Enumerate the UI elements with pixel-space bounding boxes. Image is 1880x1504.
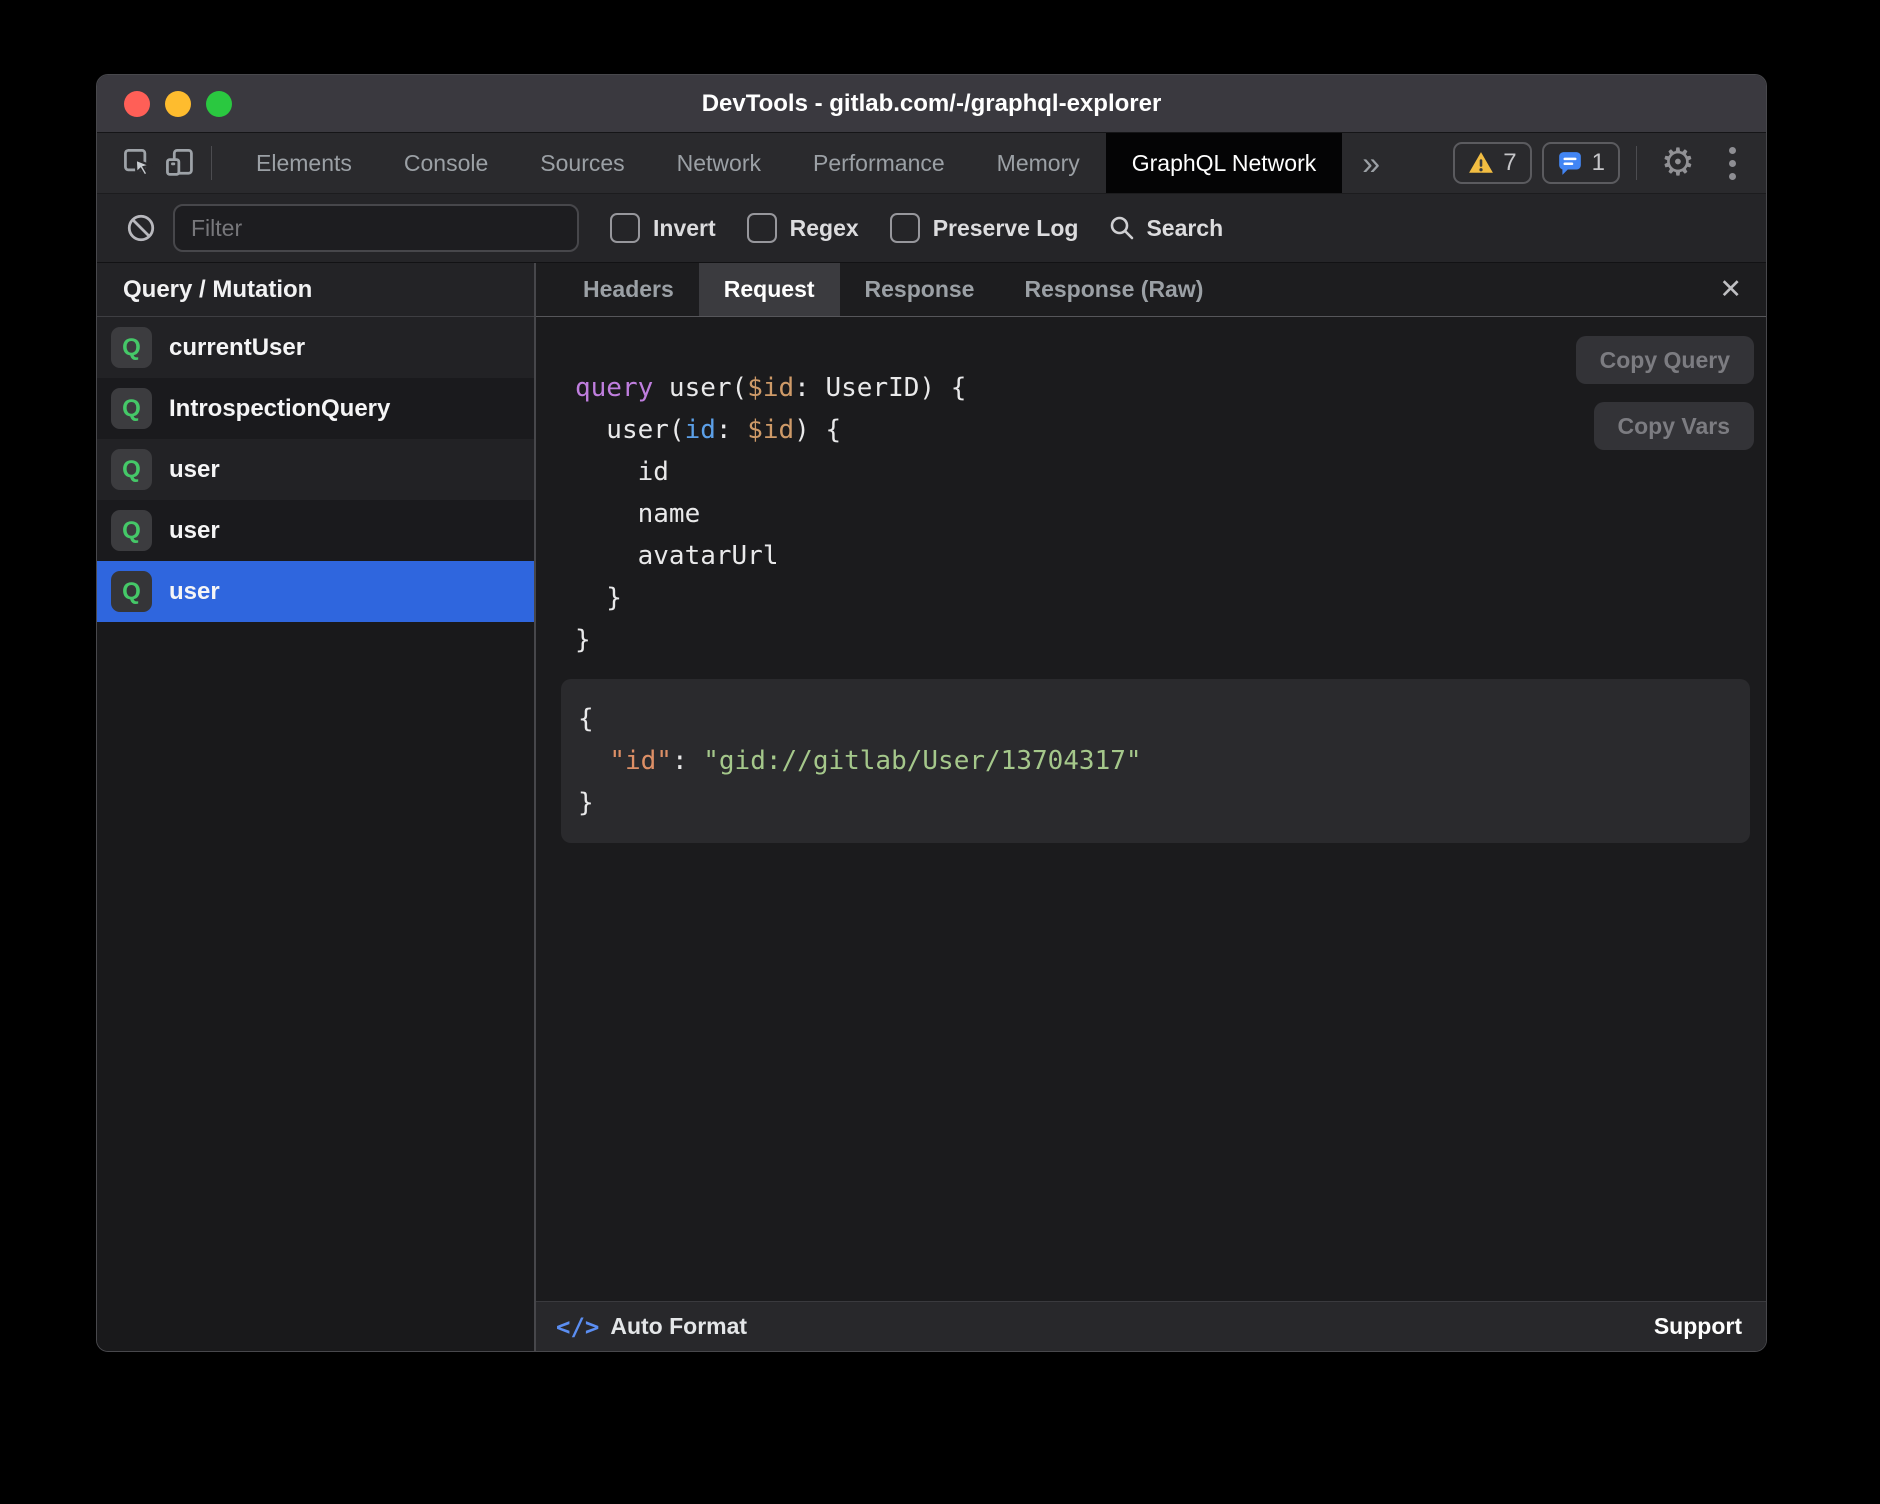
- minimize-window-button[interactable]: [165, 91, 191, 117]
- messages-badge[interactable]: 1: [1542, 142, 1620, 184]
- invert-checkbox[interactable]: [610, 213, 640, 243]
- panel-tab-sources[interactable]: Sources: [514, 133, 650, 193]
- panel-tab-graphql-network[interactable]: GraphQL Network: [1106, 133, 1343, 193]
- query-type-badge: Q: [111, 571, 152, 612]
- message-icon: [1557, 150, 1583, 176]
- query-list: QcurrentUserQIntrospectionQueryQuserQuse…: [97, 317, 534, 622]
- warning-icon: [1468, 150, 1494, 176]
- graphql-variables-code: { "id": "gid://gitlab/User/13704317" }: [578, 698, 1730, 824]
- devtools-toolbar: ElementsConsoleSourcesNetworkPerformance…: [97, 133, 1766, 194]
- sidebar-header: Query / Mutation: [97, 263, 534, 317]
- auto-format-toggle[interactable]: </> Auto Format: [556, 1313, 747, 1341]
- request-content: query user($id: UserID) { user(id: $id) …: [536, 317, 1766, 1301]
- invert-label: Invert: [653, 215, 716, 242]
- regex-label: Regex: [790, 215, 859, 242]
- query-type-badge: Q: [111, 327, 152, 368]
- panel-tab-console[interactable]: Console: [378, 133, 514, 193]
- query-item-label: user: [169, 578, 220, 606]
- zoom-window-button[interactable]: [206, 91, 232, 117]
- detail-pane: HeadersRequestResponseResponse (Raw) ✕ qu…: [536, 263, 1766, 1351]
- panel-tabs: ElementsConsoleSourcesNetworkPerformance…: [230, 133, 1342, 193]
- detail-footer: </> Auto Format Support: [536, 1301, 1766, 1351]
- filter-bar: Invert Regex Preserve Log Search: [97, 194, 1766, 263]
- invert-checkbox-group: Invert: [610, 213, 716, 243]
- query-item-label: user: [169, 517, 220, 545]
- panel-tab-memory[interactable]: Memory: [971, 133, 1106, 193]
- panel-tab-elements[interactable]: Elements: [230, 133, 378, 193]
- graphql-query-code: query user($id: UserID) { user(id: $id) …: [575, 367, 1766, 661]
- query-list-item-user[interactable]: Quser: [97, 439, 534, 500]
- detail-tab-response[interactable]: Response: [840, 263, 1000, 316]
- toolbar-separator: [211, 146, 212, 180]
- query-item-label: IntrospectionQuery: [169, 395, 390, 423]
- query-item-label: user: [169, 456, 220, 484]
- regex-checkbox[interactable]: [747, 213, 777, 243]
- device-toolbar-icon[interactable]: [159, 142, 201, 184]
- query-type-badge: Q: [111, 388, 152, 429]
- copy-query-button[interactable]: Copy Query: [1576, 336, 1754, 384]
- search-icon: [1108, 214, 1136, 242]
- query-list-item-user[interactable]: Quser: [97, 561, 534, 622]
- preserve-log-checkbox[interactable]: [890, 213, 920, 243]
- traffic-lights: [124, 91, 232, 117]
- detail-tab-response-raw[interactable]: Response (Raw): [999, 263, 1228, 316]
- detail-tab-bar: HeadersRequestResponseResponse (Raw) ✕: [536, 263, 1766, 317]
- inspect-element-icon[interactable]: [117, 142, 159, 184]
- filter-input[interactable]: [173, 204, 579, 252]
- query-item-label: currentUser: [169, 334, 305, 362]
- variables-panel: { "id": "gid://gitlab/User/13704317" }: [561, 679, 1750, 843]
- main-split: Query / Mutation QcurrentUserQIntrospect…: [97, 263, 1766, 1351]
- clear-block-icon[interactable]: [125, 212, 157, 244]
- query-list-item-currentUser[interactable]: QcurrentUser: [97, 317, 534, 378]
- query-list-item-IntrospectionQuery[interactable]: Q IntrospectionQuery: [97, 378, 534, 439]
- panel-tab-performance[interactable]: Performance: [787, 133, 971, 193]
- search-label: Search: [1146, 215, 1223, 242]
- settings-gear-icon[interactable]: ⚙: [1661, 144, 1695, 182]
- preserve-log-checkbox-group: Preserve Log: [890, 213, 1079, 243]
- query-type-badge: Q: [111, 449, 152, 490]
- window-title: DevTools - gitlab.com/-/graphql-explorer: [702, 90, 1162, 118]
- support-link[interactable]: Support: [1654, 1313, 1742, 1340]
- regex-checkbox-group: Regex: [747, 213, 859, 243]
- kebab-menu-icon[interactable]: [1725, 143, 1740, 184]
- query-list-sidebar: Query / Mutation QcurrentUserQIntrospect…: [97, 263, 536, 1351]
- preserve-log-label: Preserve Log: [933, 215, 1079, 242]
- auto-format-label: Auto Format: [610, 1313, 747, 1340]
- devtools-window: DevTools - gitlab.com/-/graphql-explorer…: [96, 74, 1767, 1352]
- close-detail-icon[interactable]: ✕: [1713, 263, 1748, 316]
- warning-count: 7: [1503, 149, 1516, 177]
- toolbar-separator: [1636, 146, 1637, 180]
- more-tabs-chevron-icon[interactable]: »: [1342, 145, 1400, 182]
- detail-tab-request[interactable]: Request: [699, 263, 840, 316]
- title-bar: DevTools - gitlab.com/-/graphql-explorer: [97, 75, 1766, 133]
- search-control[interactable]: Search: [1108, 214, 1223, 242]
- copy-vars-button[interactable]: Copy Vars: [1594, 402, 1755, 450]
- warnings-badge[interactable]: 7: [1453, 142, 1531, 184]
- message-count: 1: [1592, 149, 1605, 177]
- query-list-item-user[interactable]: Quser: [97, 500, 534, 561]
- panel-tab-network[interactable]: Network: [651, 133, 787, 193]
- query-type-badge: Q: [111, 510, 152, 551]
- code-brackets-icon: </>: [556, 1313, 599, 1341]
- close-window-button[interactable]: [124, 91, 150, 117]
- detail-tab-headers[interactable]: Headers: [558, 263, 699, 316]
